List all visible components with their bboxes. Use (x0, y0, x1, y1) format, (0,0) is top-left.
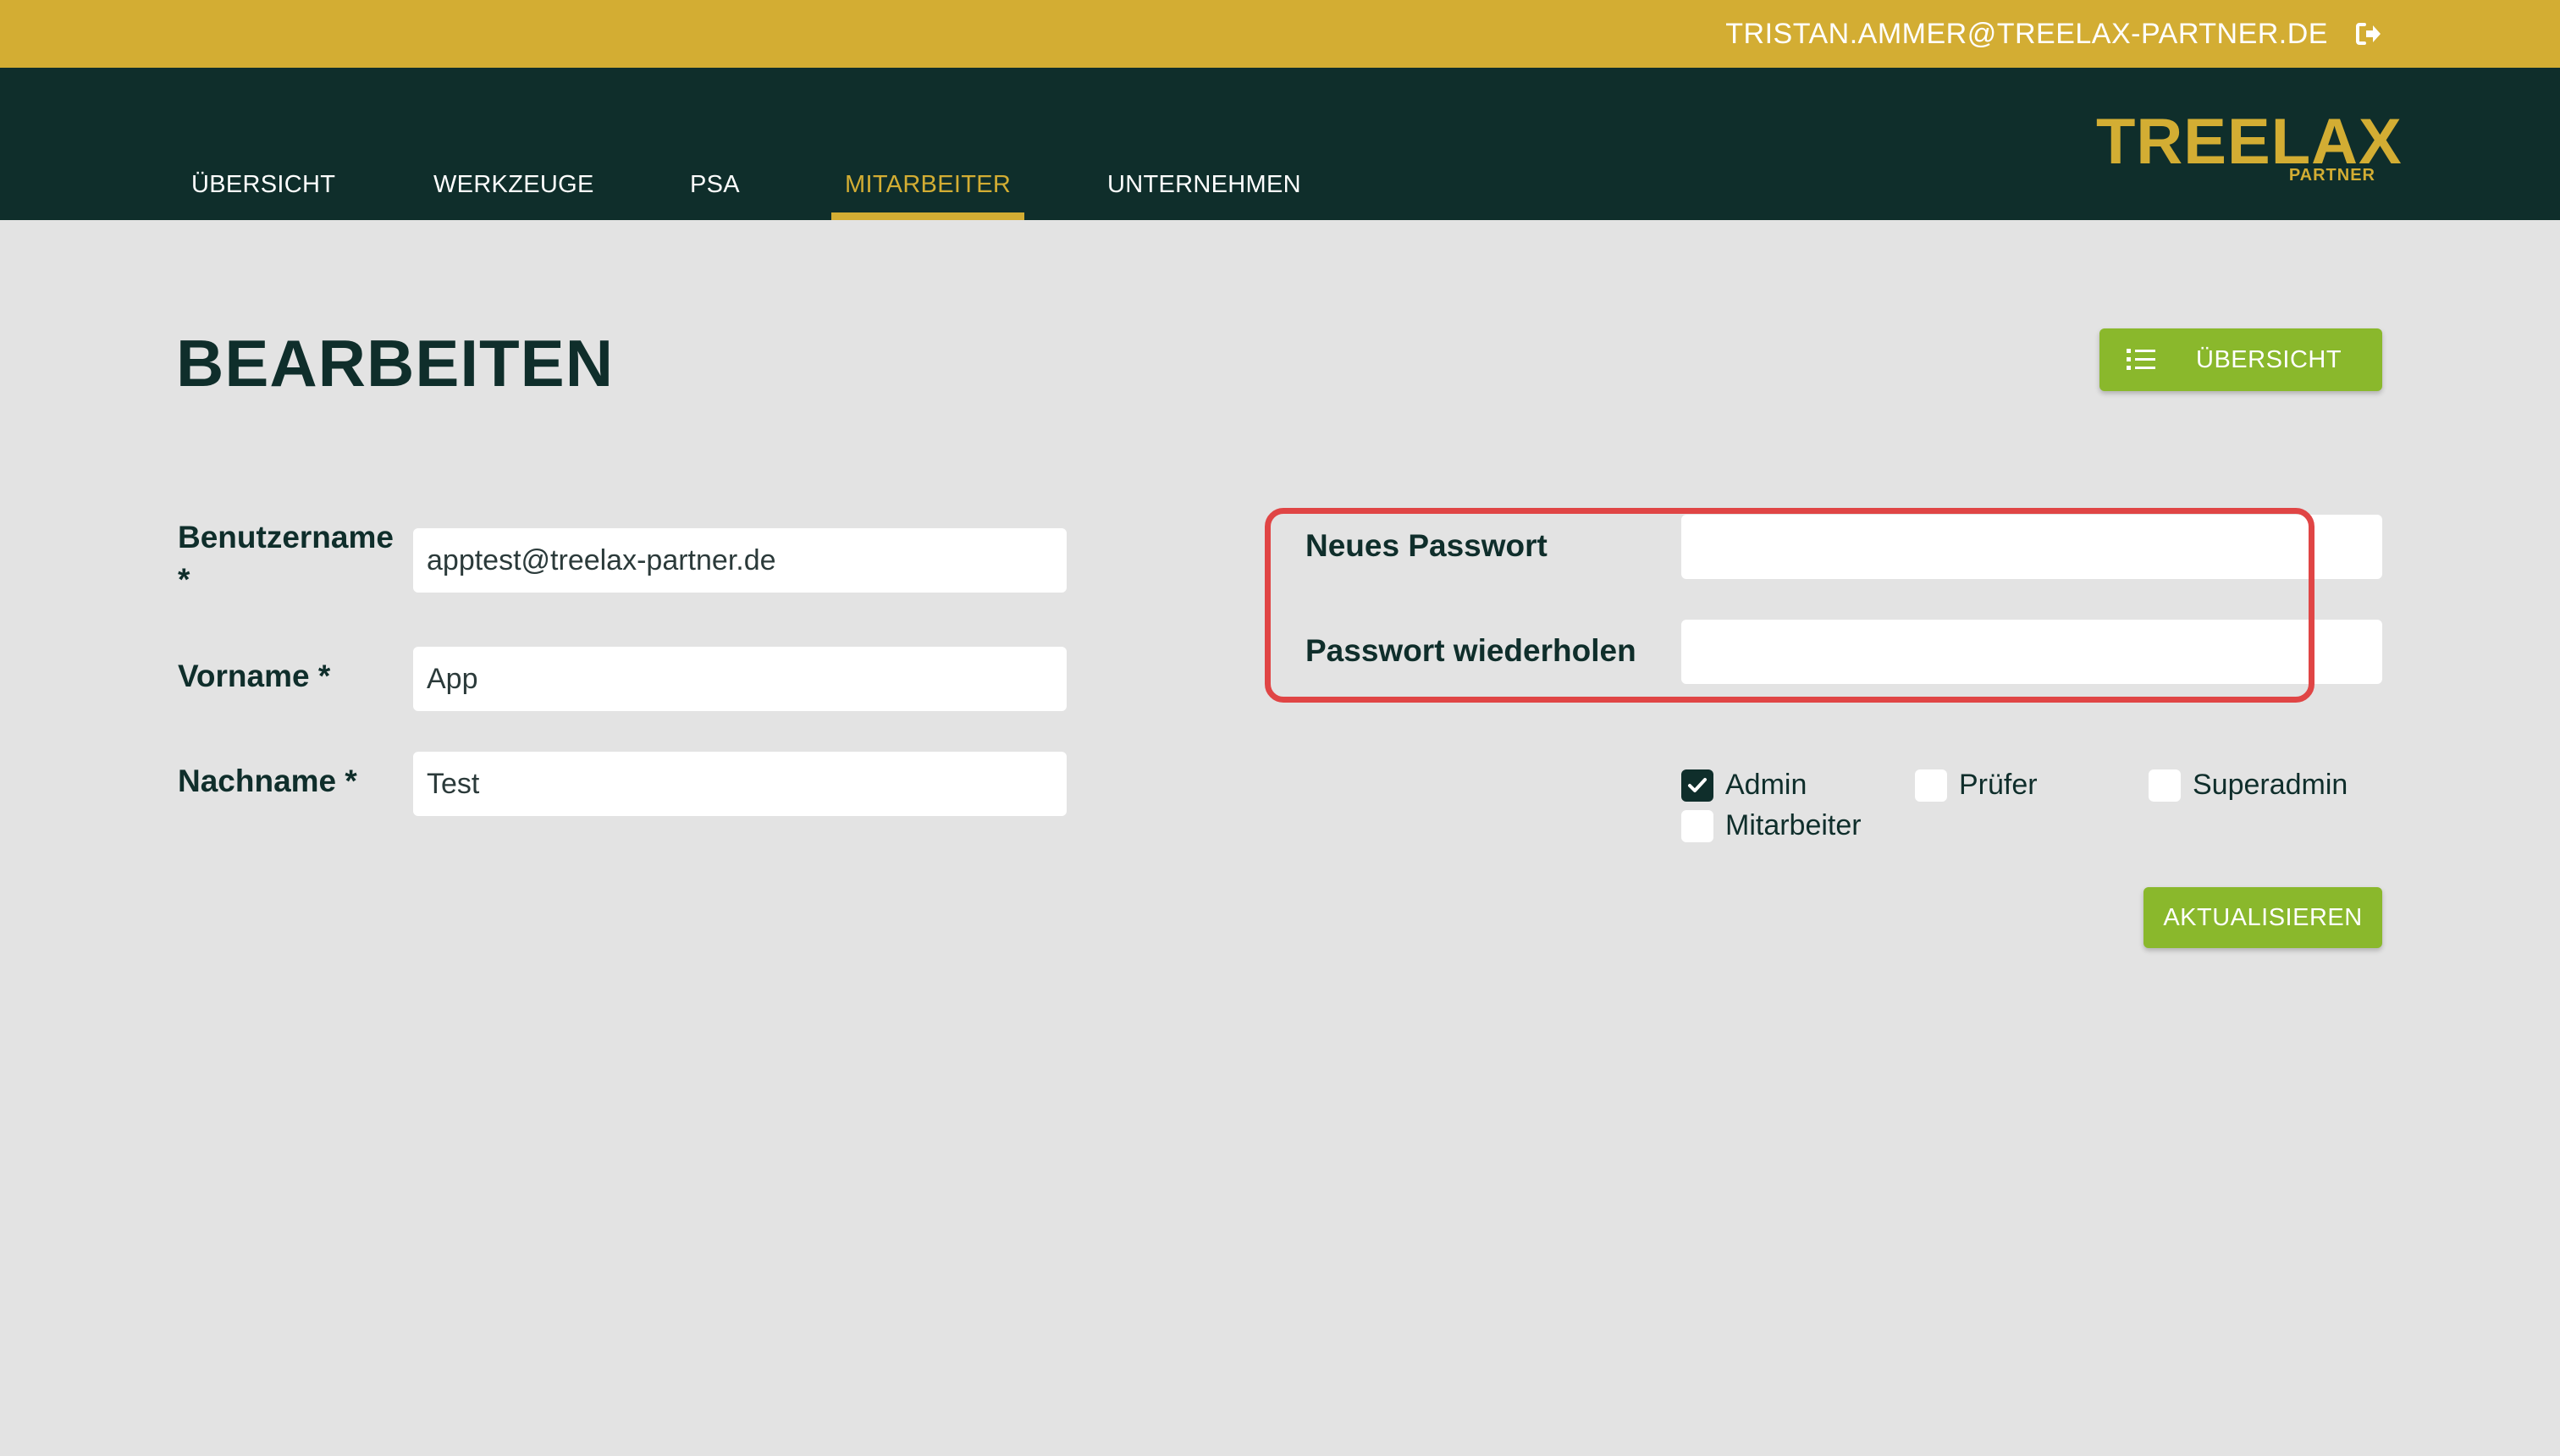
treelax-logo[interactable]: TREELAX PARTNER (2096, 110, 2402, 186)
role-checkbox-pruefer[interactable]: Prüfer (1915, 769, 2038, 802)
list-icon (2125, 346, 2159, 373)
checkbox-checked-icon[interactable] (1681, 769, 1713, 802)
checkbox-unchecked-icon[interactable] (1681, 809, 1713, 842)
nav-item-mitarbeiter[interactable]: MITARBEITER (830, 171, 1025, 220)
update-button[interactable]: AKTUALISIEREN (2143, 887, 2382, 948)
role-label-admin: Admin (1725, 769, 1807, 801)
firstname-input[interactable] (413, 647, 1067, 711)
lastname-input[interactable] (413, 752, 1067, 816)
logo-subtitle: PARTNER (2288, 166, 2375, 185)
nav-item-werkzeuge[interactable]: WERKZEUGE (433, 171, 594, 220)
repeat-password-input[interactable] (1681, 620, 2382, 684)
checkbox-unchecked-icon[interactable] (2149, 769, 2181, 802)
role-label-mitarbeiter: Mitarbeiter (1725, 809, 1862, 841)
new-password-label: Neues Passwort (1305, 528, 1548, 563)
new-password-input[interactable] (1681, 515, 2382, 579)
username-label-text: Benutzername (178, 520, 394, 554)
lastname-label: Nachname * (178, 764, 357, 798)
logo-wordmark: TREELAX (2096, 106, 2403, 178)
checkbox-unchecked-icon[interactable] (1915, 769, 1947, 802)
firstname-label: Vorname * (178, 659, 331, 693)
role-label-superadmin: Superadmin (2193, 769, 2348, 801)
user-email[interactable]: TRISTAN.AMMER@TREELAX-PARTNER.DE (1725, 18, 2328, 51)
user-bar: TRISTAN.AMMER@TREELAX-PARTNER.DE (0, 0, 2560, 68)
overview-button-label: ÜBERSICHT (2196, 345, 2342, 373)
overview-button[interactable]: ÜBERSICHT (2099, 328, 2382, 391)
main-navigation: ÜBERSICHT WERKZEUGE PSA MITARBEITER UNTE… (0, 68, 2560, 220)
logout-icon[interactable] (2353, 19, 2384, 49)
role-checkbox-mitarbeiter[interactable]: Mitarbeiter (1681, 809, 1862, 842)
username-input[interactable] (413, 528, 1067, 593)
role-checkbox-admin[interactable]: Admin (1681, 769, 1807, 802)
role-checkbox-superadmin[interactable]: Superadmin (2149, 769, 2348, 802)
repeat-password-label: Passwort wiederholen (1305, 633, 1636, 668)
nav-item-uebersicht[interactable]: ÜBERSICHT (191, 171, 335, 220)
nav-item-unternehmen[interactable]: UNTERNEHMEN (1107, 171, 1301, 220)
username-label: Benutzername * (178, 516, 394, 601)
username-required-mark: * (178, 561, 190, 597)
role-label-pruefer: Prüfer (1959, 769, 2038, 801)
nav-item-psa[interactable]: PSA (690, 171, 740, 220)
page-title: BEARBEITEN (176, 326, 615, 400)
